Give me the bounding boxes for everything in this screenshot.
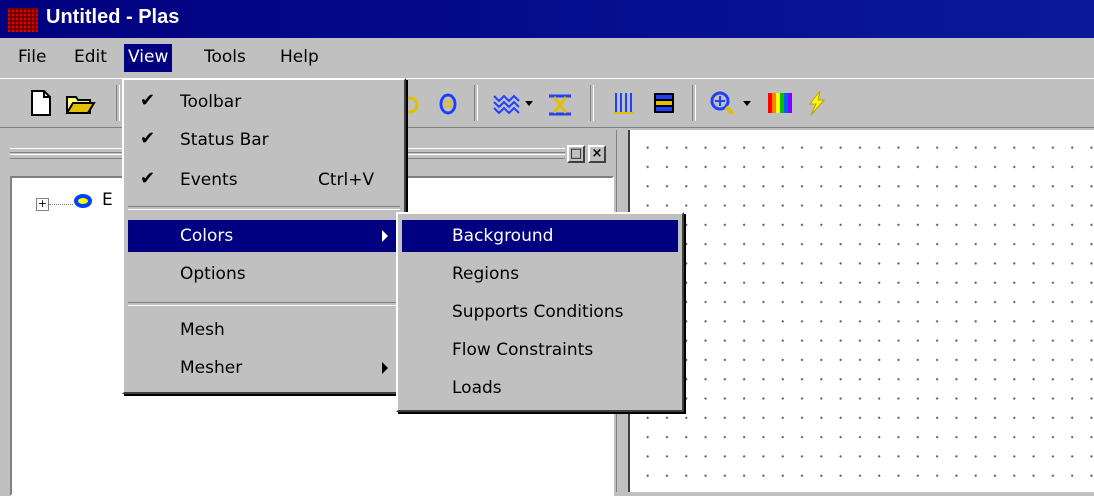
colors-loads-label: Loads [452, 378, 502, 398]
view-menu-mesher-label: Mesher [180, 358, 243, 378]
events-shortcut: Ctrl+V [318, 170, 375, 190]
menu-edit[interactable]: Edit [70, 44, 111, 72]
expand-toggle-symbol: + [37, 197, 48, 210]
view-menu-toolbar-label: Toolbar [180, 92, 242, 112]
status-bar-check-icon: ✔ [140, 128, 156, 149]
view-menu-mesher[interactable]: Mesher [128, 352, 400, 384]
view-menu: ✔ Toolbar ✔ Status Bar ✔ Events Ctrl+V C… [122, 78, 406, 394]
pane-restore-button[interactable]: □ [567, 145, 585, 163]
submenu-arrow-icon [382, 230, 388, 242]
layers-icon[interactable] [648, 87, 680, 119]
menu-help[interactable]: Help [276, 44, 323, 72]
colors-submenu: Background Regions Supports Conditions F… [396, 212, 684, 412]
pane-restore-icon: □ [569, 146, 583, 161]
app-icon[interactable] [8, 8, 38, 32]
colors-flow-constraints[interactable]: Flow Constraints [402, 334, 678, 366]
vertical-lines-icon[interactable] [608, 87, 640, 119]
menu-help-label: Help [280, 47, 319, 67]
colors-loads[interactable]: Loads [402, 372, 678, 404]
tree-root-label[interactable]: E [102, 190, 113, 210]
menu-tools[interactable]: Tools [200, 44, 250, 72]
view-menu-status-bar[interactable]: ✔ Status Bar [128, 124, 400, 156]
menu-edit-label: Edit [74, 47, 107, 67]
view-menu-toolbar[interactable]: ✔ Toolbar [128, 86, 400, 118]
view-menu-options[interactable]: Options [128, 258, 400, 290]
color-spectrum-icon[interactable] [764, 87, 796, 119]
colors-background[interactable]: Background [402, 220, 678, 252]
colors-background-label: Background [452, 226, 554, 246]
drawing-canvas[interactable] [630, 130, 1094, 492]
pane-close-button[interactable]: × [588, 145, 606, 163]
view-menu-events[interactable]: ✔ Events Ctrl+V [128, 164, 400, 196]
menu-view[interactable]: View [124, 44, 173, 72]
title-bar[interactable]: Untitled - Plas [0, 0, 1094, 38]
menu-file-label: File [18, 47, 47, 67]
colors-supports-conditions-label: Supports Conditions [452, 302, 624, 322]
submenu-arrow-icon-2 [382, 362, 388, 374]
view-menu-status-bar-label: Status Bar [180, 130, 269, 150]
zoom-dropdown-arrow-icon[interactable] [740, 87, 754, 119]
wave-pattern-icon[interactable] [490, 87, 522, 119]
lightning-icon[interactable] [800, 87, 832, 119]
view-menu-colors-label: Colors [180, 226, 234, 246]
view-menu-events-label: Events [180, 170, 238, 190]
view-menu-options-label: Options [180, 264, 246, 284]
tree-connector [49, 204, 73, 205]
menu-separator-2 [128, 302, 400, 306]
window-title: Untitled - Plas [46, 6, 180, 28]
zoom-icon[interactable] [706, 87, 738, 119]
colors-flow-constraints-label: Flow Constraints [452, 340, 594, 360]
colors-regions-label: Regions [452, 264, 520, 284]
toolbar-check-icon: ✔ [140, 90, 156, 111]
events-check-icon: ✔ [140, 168, 156, 189]
view-menu-mesh-label: Mesh [180, 320, 225, 340]
colors-regions[interactable]: Regions [402, 258, 678, 290]
view-menu-mesh[interactable]: Mesh [128, 314, 400, 346]
menu-view-label: View [128, 47, 169, 67]
colors-supports-conditions[interactable]: Supports Conditions [402, 296, 678, 328]
menu-separator [128, 206, 400, 210]
ellipse-icon[interactable] [432, 87, 464, 119]
new-document-icon[interactable] [24, 87, 56, 119]
dropdown-arrow-icon[interactable] [522, 87, 536, 119]
open-folder-icon[interactable] [64, 87, 96, 119]
expand-toggle-icon[interactable]: + [36, 198, 49, 211]
view-menu-colors[interactable]: Colors [128, 220, 400, 252]
clamp-icon[interactable] [544, 87, 576, 119]
pane-close-icon: × [591, 146, 603, 161]
menu-file[interactable]: File [14, 44, 50, 72]
tree-node-icon [74, 194, 92, 208]
menu-tools-label: Tools [204, 47, 246, 67]
menu-bar: File Edit View Tools Help [0, 38, 1094, 76]
